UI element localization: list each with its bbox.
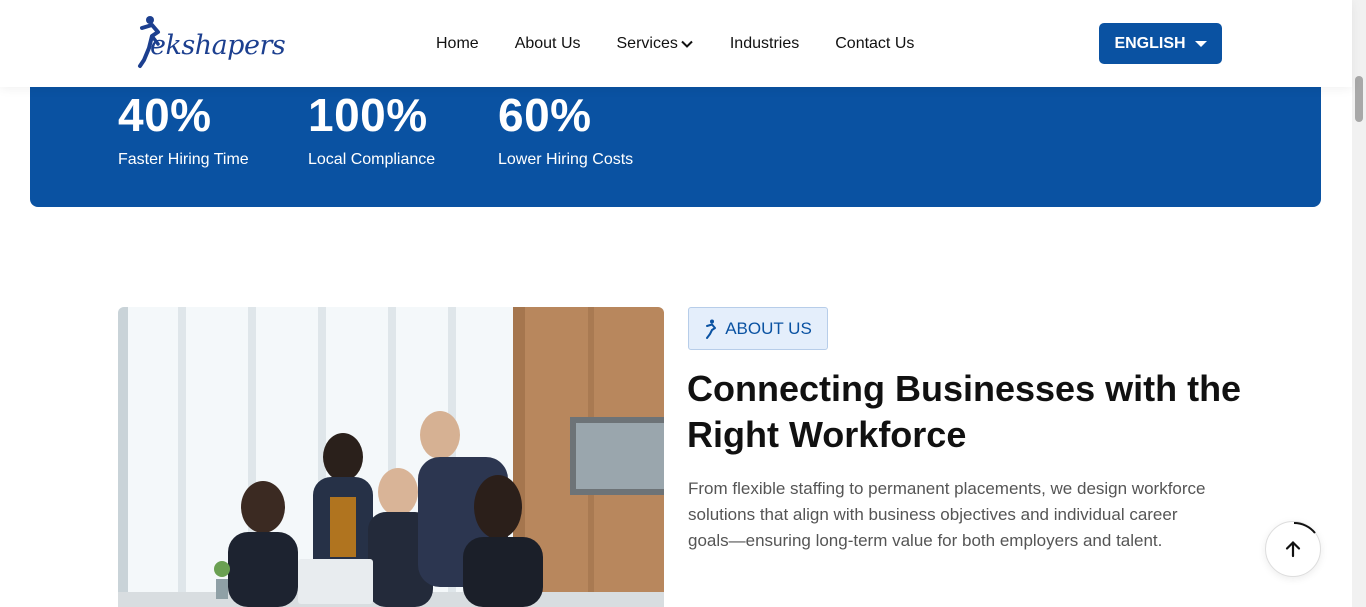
about-team-image bbox=[118, 307, 664, 607]
about-description: From flexible staffing to permanent plac… bbox=[688, 479, 1206, 550]
about-title: Connecting Businesses with the Right Wor… bbox=[687, 368, 1242, 455]
team-meeting-photo bbox=[118, 307, 664, 607]
nav-label: About Us bbox=[514, 35, 581, 52]
runner-icon bbox=[706, 319, 717, 339]
logo-text: ekshapers bbox=[150, 30, 286, 61]
language-select-button[interactable]: ENGLISH bbox=[1099, 23, 1222, 64]
stat-value: 60% bbox=[498, 89, 592, 141]
page: 40% Faster Hiring Time 100% Local Compli… bbox=[0, 0, 1366, 607]
page-scrollbar[interactable] bbox=[1352, 0, 1366, 607]
stat-label: Local Compliance bbox=[308, 151, 436, 168]
nav-label: Home bbox=[436, 35, 479, 52]
badge-label: ABOUT US bbox=[725, 318, 812, 338]
nav-contact-us[interactable]: Contact Us bbox=[835, 33, 914, 55]
site-logo[interactable]: ekshapers bbox=[136, 14, 286, 70]
nav-industries[interactable]: Industries bbox=[730, 33, 799, 55]
chevron-down-icon bbox=[681, 40, 693, 48]
scrollbar-thumb[interactable] bbox=[1355, 76, 1363, 122]
stat-label: Faster Hiring Time bbox=[118, 151, 249, 168]
caret-down-icon bbox=[1194, 40, 1207, 47]
nav-about-us[interactable]: About Us bbox=[515, 33, 581, 55]
nav-home[interactable]: Home bbox=[436, 33, 479, 55]
stat-value: 100% bbox=[308, 89, 428, 141]
stat-faster-hiring: 40% Faster Hiring Time bbox=[118, 90, 249, 169]
stat-local-compliance: 100% Local Compliance bbox=[308, 90, 435, 169]
nav-label: Industries bbox=[729, 35, 800, 52]
language-label: ENGLISH bbox=[1114, 34, 1186, 52]
scroll-progress-ring bbox=[1293, 521, 1316, 534]
main-nav: Home About Us Services Industries Contac… bbox=[436, 33, 950, 55]
stat-lower-costs: 60% Lower Hiring Costs bbox=[498, 90, 633, 169]
nav-services[interactable]: Services bbox=[617, 33, 694, 55]
stat-value: 40% bbox=[118, 89, 212, 141]
nav-label: Contact Us bbox=[835, 35, 915, 52]
stat-label: Lower Hiring Costs bbox=[498, 151, 634, 168]
about-us-badge: ABOUT US bbox=[688, 307, 828, 350]
nav-label: Services bbox=[616, 35, 678, 52]
back-to-top-button[interactable] bbox=[1265, 521, 1321, 577]
site-header: ekshapers Home About Us Services Industr… bbox=[0, 0, 1352, 87]
